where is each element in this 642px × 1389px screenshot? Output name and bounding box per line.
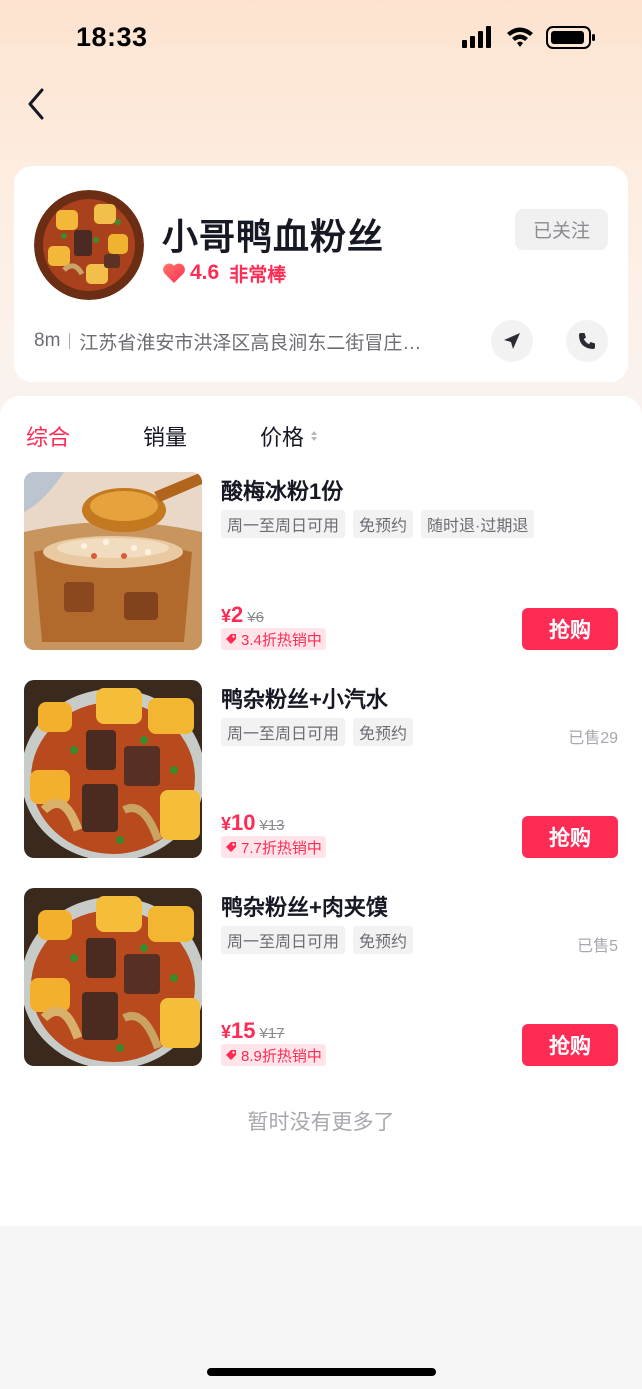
- deal-title: 鸭杂粉丝+肉夹馍: [221, 895, 388, 920]
- deal-item[interactable]: 鸭杂粉丝+肉夹馍 周一至周日可用 免预约 已售5 ¥15 ¥17 8.9折热销中…: [24, 888, 618, 1066]
- deal-image[interactable]: [24, 888, 202, 1066]
- rating-label: 非常棒: [229, 264, 287, 286]
- no-more-text: 暂时没有更多了: [247, 1111, 395, 1134]
- price-tag-icon: [226, 1050, 236, 1060]
- currency-symbol: ¥: [221, 814, 232, 834]
- phone-icon: [579, 333, 595, 349]
- tag: 免预约: [353, 926, 414, 954]
- follow-button[interactable]: 已关注: [515, 209, 608, 250]
- deal-image[interactable]: [24, 680, 202, 858]
- distance: 8m: [34, 330, 61, 351]
- deal-image[interactable]: [24, 472, 202, 650]
- status-bar: 18:33: [0, 0, 642, 80]
- currency-symbol: ¥: [221, 1022, 232, 1042]
- tag: 免预约: [353, 510, 414, 538]
- tab-sort-overall[interactable]: 综合: [26, 420, 70, 452]
- buy-button[interactable]: 抢购: [522, 608, 618, 650]
- shop-rating: 4.6 非常棒: [162, 258, 286, 288]
- divider: [69, 333, 71, 349]
- tag: 周一至周日可用: [221, 510, 346, 538]
- discount-badge: 8.9折热销中: [221, 1044, 326, 1066]
- tab-label: 价格: [260, 425, 305, 450]
- deal-item[interactable]: 鸭杂粉丝+小汽水 周一至周日可用 免预约 已售29 ¥10 ¥13 7.7折热销…: [24, 680, 618, 858]
- tag: 周一至周日可用: [221, 926, 346, 954]
- price-row: ¥2 ¥6: [221, 602, 264, 628]
- currency-symbol: ¥: [221, 606, 232, 626]
- discount-badge: 7.7折热销中: [221, 836, 326, 858]
- price-row: ¥10 ¥13: [221, 810, 285, 836]
- deal-tags: 周一至周日可用 免预约: [221, 718, 421, 746]
- tab-sort-sales[interactable]: 销量: [143, 420, 187, 452]
- discount-text: 3.4折热销中: [241, 631, 322, 649]
- navigate-button[interactable]: [491, 320, 533, 362]
- original-price: ¥17: [259, 1025, 285, 1042]
- sold-count: 已售29: [568, 730, 618, 747]
- price-value: 2: [231, 602, 244, 627]
- sort-arrows-icon: [311, 431, 318, 441]
- original-price: ¥13: [259, 817, 285, 834]
- tag: 随时退·过期退: [421, 510, 535, 538]
- buy-button[interactable]: 抢购: [522, 1024, 618, 1066]
- back-button[interactable]: [20, 84, 56, 124]
- price-tag-icon: [226, 842, 236, 852]
- shop-name: 小哥鸭血粉丝: [162, 216, 385, 257]
- wifi-icon: [507, 27, 533, 47]
- deal-tags: 周一至周日可用 免预约: [221, 926, 421, 954]
- battery-icon: [546, 26, 595, 49]
- address-row[interactable]: 8m 江苏省淮安市洪泽区高良涧东二街冒庄…: [34, 326, 474, 356]
- status-icons: [462, 24, 597, 52]
- deal-item[interactable]: 酸梅冰粉1份 周一至周日可用 免预约 随时退·过期退 ¥2 ¥6 3.4折热销中…: [24, 472, 618, 650]
- tag: 免预约: [353, 718, 414, 746]
- price-value: 15: [231, 1018, 256, 1043]
- status-time: 18:33: [76, 22, 148, 52]
- sold-count: 已售5: [577, 938, 618, 955]
- deal-title: 酸梅冰粉1份: [221, 479, 344, 504]
- buy-button[interactable]: 抢购: [522, 816, 618, 858]
- deal-title: 鸭杂粉丝+小汽水: [221, 687, 388, 712]
- location-arrow-icon: [504, 333, 520, 349]
- price-tag-icon: [226, 634, 236, 644]
- address-text: 江苏省淮安市洪泽区高良涧东二街冒庄…: [79, 332, 422, 354]
- tab-label: 销量: [143, 425, 188, 450]
- original-price: ¥6: [247, 609, 264, 626]
- call-button[interactable]: [566, 320, 608, 362]
- discount-text: 8.9折热销中: [241, 1047, 322, 1065]
- current-price: ¥10: [221, 810, 256, 836]
- chevron-left-icon: [28, 88, 44, 120]
- price-row: ¥15 ¥17: [221, 1018, 285, 1044]
- price-value: 10: [231, 810, 256, 835]
- tag: 周一至周日可用: [221, 718, 346, 746]
- home-indicator[interactable]: [207, 1368, 436, 1376]
- discount-badge: 3.4折热销中: [221, 628, 326, 650]
- rating-score: 4.6: [190, 261, 220, 284]
- current-price: ¥2: [221, 602, 243, 628]
- tab-label: 综合: [26, 425, 71, 450]
- shop-avatar[interactable]: [34, 190, 144, 300]
- deal-tags: 周一至周日可用 免预约 随时退·过期退: [221, 510, 542, 538]
- shop-info-card: 小哥鸭血粉丝 4.6 非常棒 已关注 8m 江苏省淮安市洪泽区高良涧东二街冒庄…: [14, 166, 628, 382]
- cellular-signal-icon: [462, 26, 491, 48]
- current-price: ¥15: [221, 1018, 256, 1044]
- tab-sort-price[interactable]: 价格: [260, 420, 318, 452]
- discount-text: 7.7折热销中: [241, 839, 322, 857]
- heart-icon: [163, 263, 185, 283]
